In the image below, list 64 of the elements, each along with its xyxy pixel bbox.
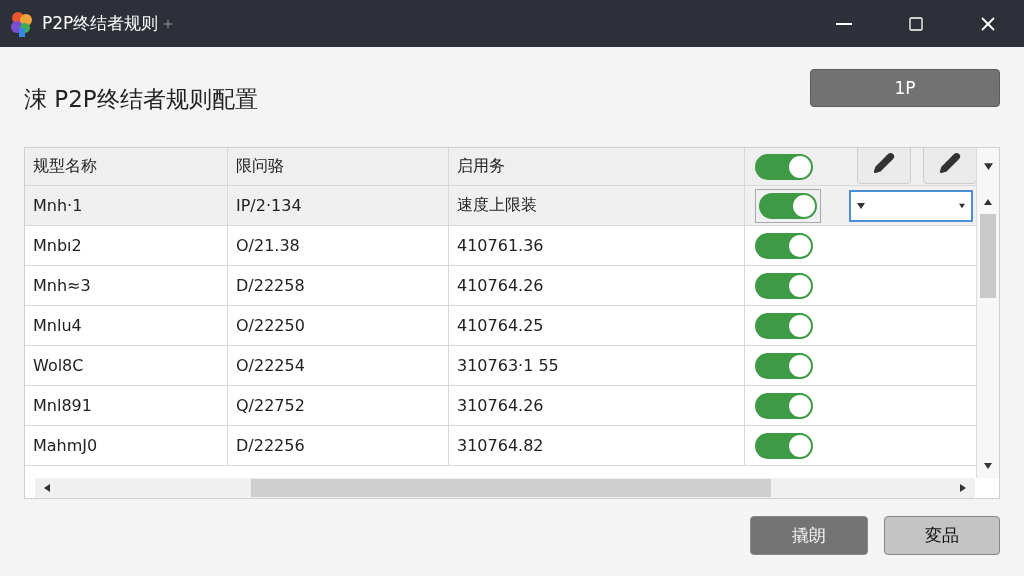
table-cell: 410764.26 bbox=[449, 266, 745, 305]
table-row[interactable]: Mnlu4 O/22250 410764.25 bbox=[25, 306, 976, 346]
table-cell: Mnh≈3 bbox=[25, 266, 228, 305]
toggle-switch[interactable] bbox=[755, 272, 813, 299]
table-row[interactable]: Mnbı2 O/21.38 410761.36 bbox=[25, 226, 976, 266]
toggle-switch[interactable] bbox=[755, 432, 813, 459]
table-cell: 速度上限装 bbox=[449, 186, 745, 225]
table-cell: Wol8C bbox=[25, 346, 228, 385]
scroll-down-icon bbox=[984, 462, 992, 470]
table-cell: Mnl891 bbox=[25, 386, 228, 425]
table-cell: Mnh·1 bbox=[25, 186, 228, 225]
column-header[interactable]: 启用务 bbox=[449, 148, 745, 185]
dropdown-field[interactable] bbox=[849, 189, 973, 222]
minimize-icon bbox=[836, 22, 852, 25]
app-logo-icon bbox=[10, 10, 34, 37]
scrollbar-thumb[interactable] bbox=[251, 479, 771, 497]
column-header[interactable]: 限问骆 bbox=[228, 148, 449, 185]
dialog-button[interactable]: 撬朗 bbox=[750, 516, 868, 555]
window-title: P2P终结者规则 bbox=[42, 12, 159, 35]
table-cell: Mnbı2 bbox=[25, 226, 228, 265]
caret-icon bbox=[959, 202, 965, 209]
toggle-switch[interactable] bbox=[755, 153, 813, 180]
table-row[interactable]: MahmJ0 D/22256 310764.82 bbox=[25, 426, 976, 466]
table-cell: 410764.25 bbox=[449, 306, 745, 345]
page-heading: 涑 P2P终结者规则配置 bbox=[24, 85, 258, 114]
table-cell: O/22254 bbox=[228, 346, 449, 385]
scroll-left-icon bbox=[43, 484, 51, 492]
toggle-switch[interactable] bbox=[759, 192, 817, 219]
table-cell: D/22258 bbox=[228, 266, 449, 305]
toggle-switch[interactable] bbox=[755, 232, 813, 259]
sparkle-icon bbox=[162, 17, 175, 30]
vertical-scrollbar[interactable] bbox=[976, 148, 999, 478]
table-cell: 310764.26 bbox=[449, 386, 745, 425]
table-cell: 310764.82 bbox=[449, 426, 745, 465]
column-header[interactable]: 规型名称 bbox=[25, 148, 228, 185]
action-button[interactable]: 1P bbox=[810, 69, 1000, 107]
table-cell: D/22256 bbox=[228, 426, 449, 465]
scrollbar-thumb[interactable] bbox=[980, 214, 996, 298]
table-row[interactable]: Mnh≈3 D/22258 410764.26 bbox=[25, 266, 976, 306]
toggle-switch[interactable] bbox=[755, 392, 813, 419]
caret-icon bbox=[983, 162, 993, 171]
table-cell: O/21.38 bbox=[228, 226, 449, 265]
table-cell: Mnlu4 bbox=[25, 306, 228, 345]
edit-button[interactable] bbox=[923, 148, 976, 184]
caret-icon bbox=[857, 201, 865, 210]
table-cell: IP/2·134 bbox=[228, 186, 449, 225]
maximize-icon bbox=[908, 15, 924, 32]
table-row[interactable]: Mnl891 Q/22752 310764.26 bbox=[25, 386, 976, 426]
horizontal-scrollbar[interactable] bbox=[35, 478, 975, 498]
table-cell: Q/22752 bbox=[228, 386, 449, 425]
table-row[interactable]: Wol8C O/22254 310763·1 55 bbox=[25, 346, 976, 386]
table-cell: O/22250 bbox=[228, 306, 449, 345]
pencil-icon bbox=[939, 152, 961, 174]
dialog-button[interactable]: 変品 bbox=[884, 516, 1000, 555]
scroll-right-icon bbox=[959, 484, 967, 492]
pencil-icon bbox=[873, 152, 895, 174]
table-cell: MahmJ0 bbox=[25, 426, 228, 465]
table-cell: 410761.36 bbox=[449, 226, 745, 265]
toggle-switch[interactable] bbox=[755, 312, 813, 339]
edit-button[interactable] bbox=[857, 148, 911, 184]
scroll-up-icon bbox=[984, 198, 992, 206]
table-row[interactable]: Mnh·1 IP/2·134 速度上限装 bbox=[25, 186, 976, 226]
table-cell: 310763·1 55 bbox=[449, 346, 745, 385]
toggle-switch[interactable] bbox=[755, 352, 813, 379]
